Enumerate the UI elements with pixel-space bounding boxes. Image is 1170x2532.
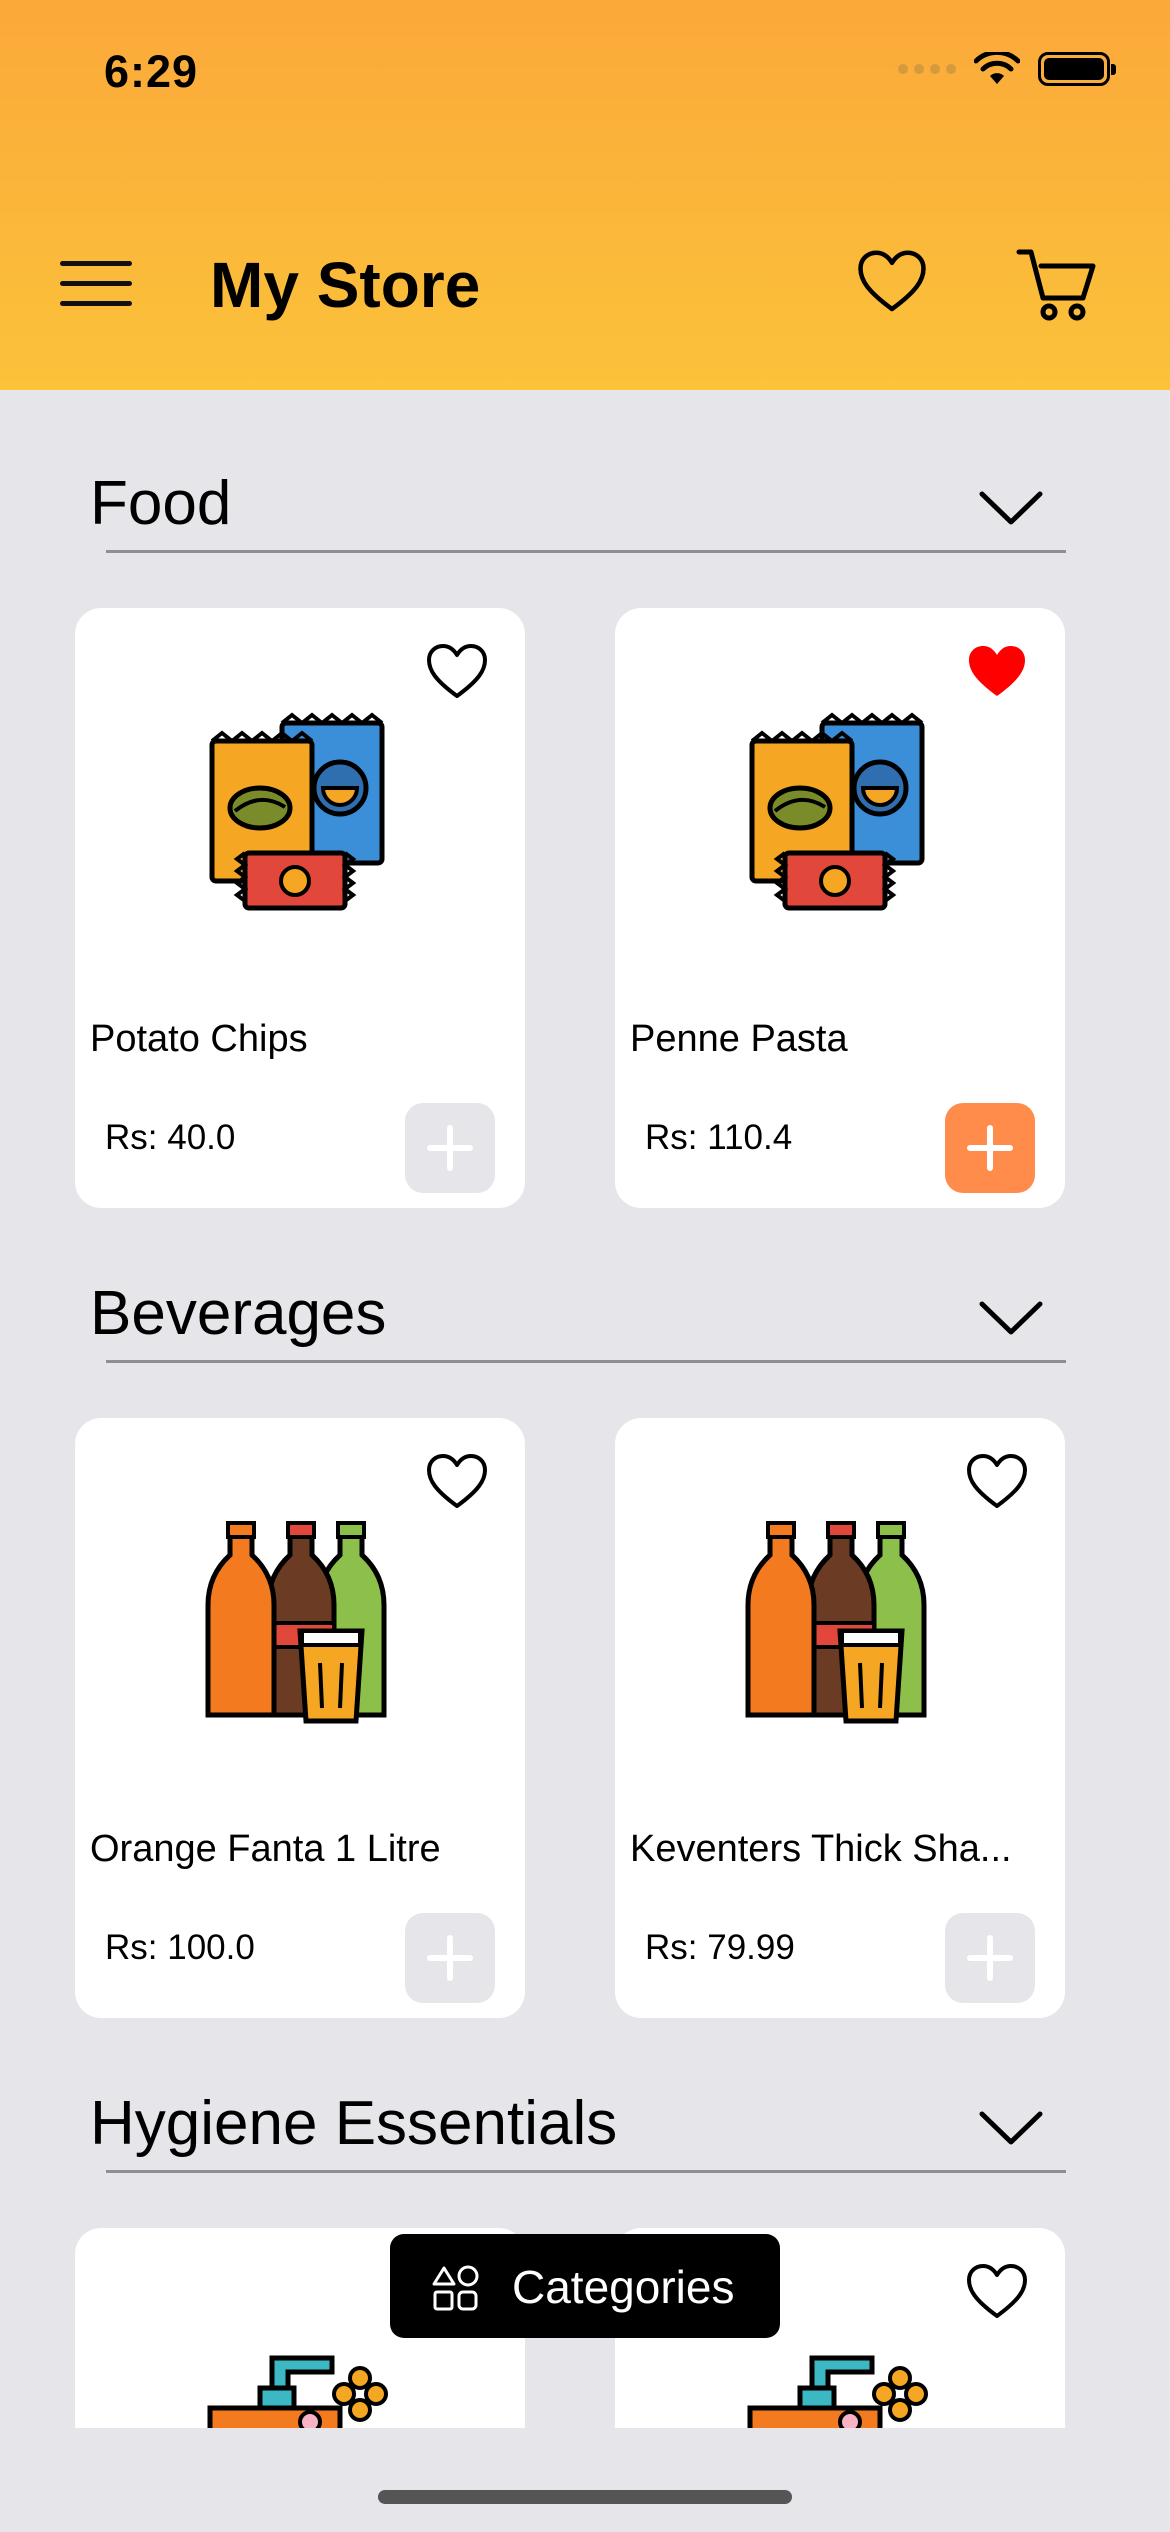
status-icons bbox=[898, 52, 1116, 86]
product-price: Rs: 110.4 bbox=[645, 1118, 793, 1157]
product-name: Potato Chips bbox=[90, 1018, 308, 1060]
add-to-cart-button[interactable] bbox=[405, 1913, 495, 2003]
cart-icon[interactable] bbox=[1015, 246, 1097, 324]
product-price: Rs: 79.99 bbox=[645, 1928, 795, 1967]
section-header-beverages[interactable]: Beverages bbox=[90, 1278, 1080, 1378]
product-card[interactable]: Keventers Thick Sha... Rs: 79.99 bbox=[615, 1418, 1065, 2018]
section-title: Hygiene Essentials bbox=[90, 2089, 618, 2158]
wifi-icon bbox=[974, 52, 1020, 84]
favorite-heart-icon[interactable] bbox=[965, 1452, 1029, 1512]
section-divider bbox=[106, 550, 1066, 553]
app-header: 6:29 My Store bbox=[0, 0, 1170, 390]
chevron-down-icon[interactable] bbox=[978, 1298, 1044, 1338]
categories-label: Categories bbox=[512, 2261, 735, 2313]
favorite-heart-icon[interactable] bbox=[425, 642, 489, 702]
product-price: Rs: 40.0 bbox=[105, 1118, 236, 1157]
menu-button[interactable] bbox=[60, 255, 132, 311]
bottom-safe-area bbox=[0, 2428, 1170, 2532]
page-title: My Store bbox=[210, 249, 481, 321]
add-to-cart-button[interactable] bbox=[945, 1103, 1035, 1193]
add-to-cart-button[interactable] bbox=[405, 1103, 495, 1193]
favorite-heart-filled-icon[interactable] bbox=[965, 642, 1029, 702]
product-card[interactable]: Potato Chips Rs: 40.0 bbox=[75, 608, 525, 1208]
section-divider bbox=[106, 2170, 1066, 2173]
favorite-heart-icon[interactable] bbox=[425, 1452, 489, 1512]
favorites-heart-icon[interactable] bbox=[856, 248, 928, 316]
battery-icon bbox=[1038, 52, 1116, 86]
cellular-signal-icon bbox=[898, 64, 956, 74]
add-to-cart-button[interactable] bbox=[945, 1913, 1035, 2003]
product-name: Orange Fanta 1 Litre bbox=[90, 1828, 441, 1870]
product-name: Keventers Thick Sha... bbox=[630, 1828, 1012, 1870]
categories-button[interactable]: Categories bbox=[390, 2234, 780, 2338]
section-divider bbox=[106, 1360, 1066, 1363]
bottles-icon bbox=[730, 1513, 950, 1733]
status-time: 6:29 bbox=[104, 46, 199, 97]
product-card[interactable]: Orange Fanta 1 Litre Rs: 100.0 bbox=[75, 1418, 525, 2018]
favorite-heart-icon[interactable] bbox=[965, 2262, 1029, 2322]
product-name: Penne Pasta bbox=[630, 1018, 848, 1060]
chevron-down-icon[interactable] bbox=[978, 2108, 1044, 2148]
snacks-icon bbox=[190, 703, 410, 923]
product-card[interactable]: Penne Pasta Rs: 110.4 bbox=[615, 608, 1065, 1208]
chevron-down-icon[interactable] bbox=[978, 488, 1044, 528]
home-indicator[interactable] bbox=[378, 2490, 792, 2504]
section-title: Beverages bbox=[90, 1279, 387, 1348]
shapes-icon bbox=[432, 2265, 479, 2311]
snacks-icon bbox=[730, 703, 950, 923]
section-title: Food bbox=[90, 469, 232, 538]
bottles-icon bbox=[190, 1513, 410, 1733]
section-header-food[interactable]: Food bbox=[90, 468, 1080, 568]
section-header-hygiene[interactable]: Hygiene Essentials bbox=[90, 2088, 1080, 2188]
product-price: Rs: 100.0 bbox=[105, 1928, 255, 1967]
